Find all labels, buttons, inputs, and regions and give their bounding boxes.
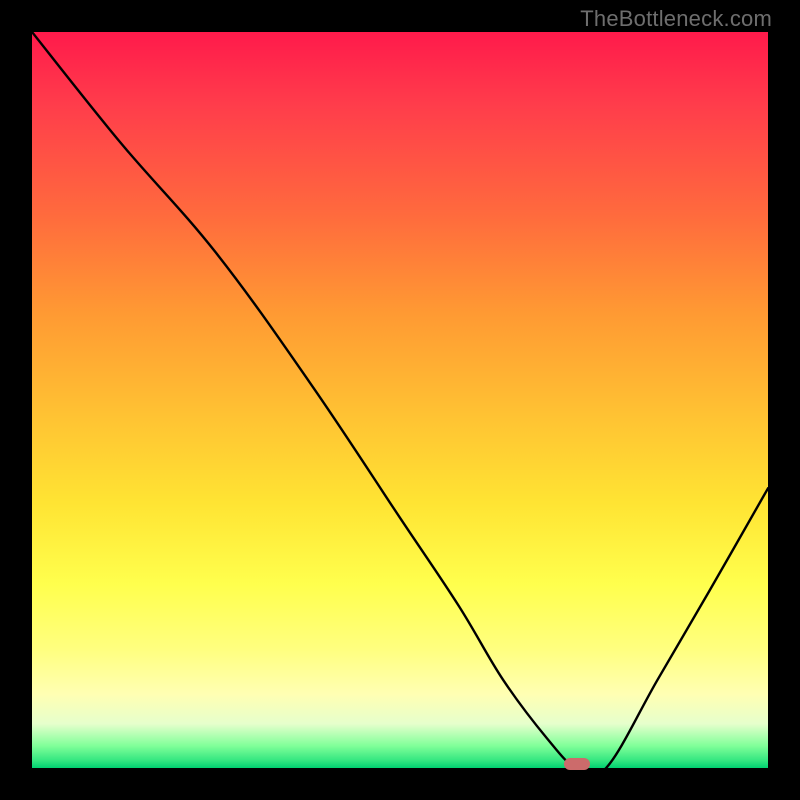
optimal-point-marker [564, 758, 590, 770]
plot-area [32, 32, 768, 768]
bottleneck-curve [32, 32, 768, 768]
watermark-text: TheBottleneck.com [580, 6, 772, 32]
chart-frame: TheBottleneck.com [0, 0, 800, 800]
